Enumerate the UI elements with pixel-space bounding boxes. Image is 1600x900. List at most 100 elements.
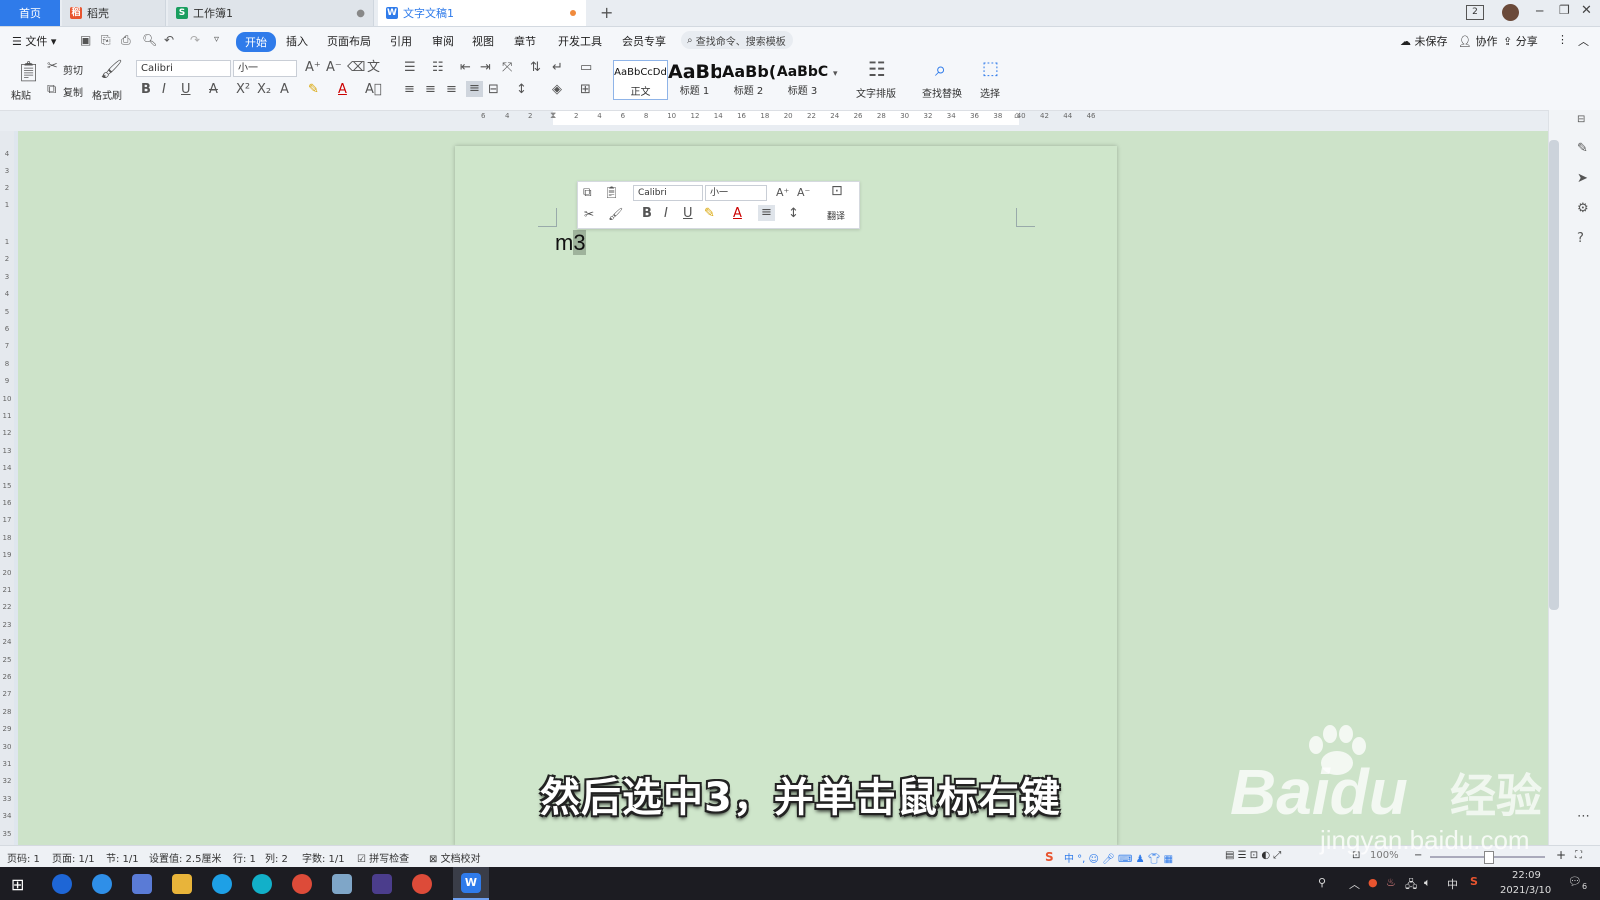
format-painter-icon[interactable]: 🖌︎ xyxy=(100,60,123,80)
font-name-select[interactable]: Calibri xyxy=(136,60,231,77)
mini-line-spacing-icon[interactable]: ↕ xyxy=(788,207,799,221)
ime-mode-icon[interactable]: 中 °, ☺ 🎤︎ ⌨ ♟ 👕︎ ▦ xyxy=(1064,850,1173,865)
mini-copy-icon[interactable]: ⧉ xyxy=(583,185,592,199)
find-replace-button[interactable]: 查找替换 xyxy=(922,85,962,100)
styles-more-icon[interactable]: ▾ xyxy=(833,67,838,81)
view-mode-icons[interactable]: ▤ ☰ ⊡ ◐ ⤢ xyxy=(1225,850,1281,861)
align-right-icon[interactable]: ≡ xyxy=(446,83,457,97)
borders-icon[interactable]: ⊞ xyxy=(580,83,591,97)
select-icon[interactable]: ⬚ xyxy=(982,58,999,80)
tray-app2-icon[interactable]: ♨ xyxy=(1386,876,1396,889)
file-menu[interactable]: ☰ 文件 ▾ xyxy=(12,33,56,49)
translate-icon[interactable]: ⊡ xyxy=(831,184,843,198)
media-player-icon[interactable] xyxy=(372,874,392,894)
sort-icon[interactable]: ⇅ xyxy=(530,61,541,75)
vertical-scrollbar[interactable] xyxy=(1549,140,1559,610)
underline-icon[interactable]: U xyxy=(181,83,191,97)
align-left-icon[interactable]: ≡ xyxy=(404,83,415,97)
shading-icon[interactable]: ◈ xyxy=(552,83,562,97)
format-painter-button[interactable]: 格式刷 xyxy=(92,87,122,102)
unsaved-dot-icon[interactable] xyxy=(570,10,576,16)
network-icon[interactable]: 🖧︎ xyxy=(1405,876,1417,895)
select-button[interactable]: 选择 xyxy=(980,85,1000,100)
clock-date[interactable]: 2021/3/10 xyxy=(1500,885,1551,896)
highlight-icon[interactable]: ✎ xyxy=(308,83,319,97)
mini-italic-icon[interactable]: I xyxy=(664,207,668,221)
new-tab-button[interactable]: + xyxy=(600,3,613,22)
spell-check-button[interactable]: ☑ 拼写检查 xyxy=(357,850,409,865)
char-border-icon[interactable]: A⃞ xyxy=(365,83,382,97)
preview-icon[interactable]: 🔍︎ xyxy=(142,33,157,47)
phonetic-icon[interactable]: 文 xyxy=(367,61,380,75)
tab-docer[interactable]: 稻 稻壳 xyxy=(62,0,166,26)
increase-indent-icon[interactable]: ⇥ xyxy=(480,61,491,75)
mini-cut-icon[interactable]: ✂ xyxy=(584,207,594,221)
grow-font-icon[interactable]: A⁺ xyxy=(305,61,321,75)
tab-workbook[interactable]: S 工作簿1 ● xyxy=(168,0,374,26)
notification-center-icon[interactable]: 💬︎ xyxy=(1568,875,1582,888)
export-icon[interactable]: ⎘ xyxy=(101,33,111,47)
mini-underline-icon[interactable]: U xyxy=(683,207,693,221)
mini-format-painter-icon[interactable]: 🖌︎ xyxy=(608,207,623,221)
zoom-in-button[interactable]: + xyxy=(1556,848,1566,862)
menu-home[interactable]: 开始 xyxy=(236,32,276,52)
more-icon[interactable]: ⋮ xyxy=(1557,33,1568,46)
mini-font-size-select[interactable]: 小一 xyxy=(705,185,767,201)
restore-icon[interactable]: ❐ xyxy=(1559,3,1570,17)
tab-home[interactable]: 首页 xyxy=(0,0,60,26)
align-center-icon[interactable]: ≡ xyxy=(425,83,436,97)
mini-font-color-icon[interactable]: A xyxy=(733,207,742,221)
sidebar-toggle-icon[interactable]: ⊟ xyxy=(1577,113,1585,127)
status-words[interactable]: 字数: 1/1 xyxy=(302,850,345,865)
menu-layout[interactable]: 页面布局 xyxy=(327,33,371,49)
style-heading-2[interactable]: AaBb( 标题 2 xyxy=(722,60,775,98)
italic-icon[interactable]: I xyxy=(162,83,166,97)
bold-icon[interactable]: B xyxy=(141,83,151,97)
text-layout-icon[interactable]: ☷ xyxy=(868,58,886,80)
sogou-ime-icon[interactable]: S xyxy=(1045,850,1054,864)
more-dots-icon[interactable]: ⋯ xyxy=(1577,810,1590,824)
notepad-icon[interactable] xyxy=(332,874,352,894)
menu-review[interactable]: 审阅 xyxy=(432,33,454,49)
indent-marker-icon[interactable]: ⧗ xyxy=(550,111,556,121)
qq-browser-icon[interactable] xyxy=(212,874,232,894)
style-heading-1[interactable]: AaBb 标题 1 xyxy=(668,60,721,98)
menu-chapter[interactable]: 章节 xyxy=(514,33,536,49)
unsaved-status-button[interactable]: ☁ 未保存 xyxy=(1400,33,1448,49)
customize-icon[interactable]: ▿ xyxy=(214,33,219,47)
mini-shrink-font-icon[interactable]: A⁻ xyxy=(797,186,810,200)
print-icon[interactable]: ⎙ xyxy=(121,33,131,47)
chrome-icon-2[interactable] xyxy=(412,874,432,894)
show-marks-icon[interactable]: ↵ xyxy=(552,61,563,75)
volume-icon[interactable]: 🔈︎ xyxy=(1424,876,1431,890)
windows-start-icon[interactable]: ⊞ xyxy=(11,875,24,894)
help-icon[interactable]: ? xyxy=(1577,232,1584,246)
copy-button[interactable]: 复制 xyxy=(63,84,83,99)
app-cube-icon[interactable] xyxy=(132,874,152,894)
mini-bold-icon[interactable]: B xyxy=(642,207,652,221)
clear-format-icon[interactable]: ⌫ xyxy=(347,61,365,75)
bullet-list-icon[interactable]: ☰ xyxy=(404,61,416,75)
menu-developer[interactable]: 开发工具 xyxy=(558,33,602,49)
sogou-app-icon[interactable] xyxy=(92,874,112,894)
people-icon[interactable]: ⚲ xyxy=(1318,876,1326,889)
edge-icon[interactable] xyxy=(252,874,272,894)
ime-indicator[interactable]: 中 xyxy=(1447,876,1458,892)
style-heading-3[interactable]: AaBbC 标题 3 xyxy=(776,60,829,98)
settings-sliders-icon[interactable]: ⚙ xyxy=(1577,202,1589,216)
fullscreen-icon[interactable]: ⛶ xyxy=(1575,850,1582,861)
shrink-font-icon[interactable]: A⁻ xyxy=(326,61,342,75)
redo-icon[interactable]: ↷ xyxy=(190,33,200,47)
chrome-icon[interactable] xyxy=(292,874,312,894)
share-button[interactable]: ⇪ 分享 xyxy=(1503,33,1538,49)
paste-icon[interactable]: 📋︎ xyxy=(16,60,41,82)
paste-button[interactable]: 粘贴 xyxy=(11,87,31,102)
avatar[interactable] xyxy=(1502,4,1519,21)
text-effect-icon[interactable]: A xyxy=(280,83,289,97)
line-spacing-icon[interactable]: ↕ xyxy=(516,83,527,97)
pointer-icon[interactable]: ➤ xyxy=(1577,172,1588,186)
close-window-icon[interactable]: ✕ xyxy=(1581,3,1592,18)
cut-button[interactable]: 剪切 xyxy=(63,62,83,77)
menu-view[interactable]: 视图 xyxy=(472,33,494,49)
subscript-icon[interactable]: X₂ xyxy=(257,83,271,97)
